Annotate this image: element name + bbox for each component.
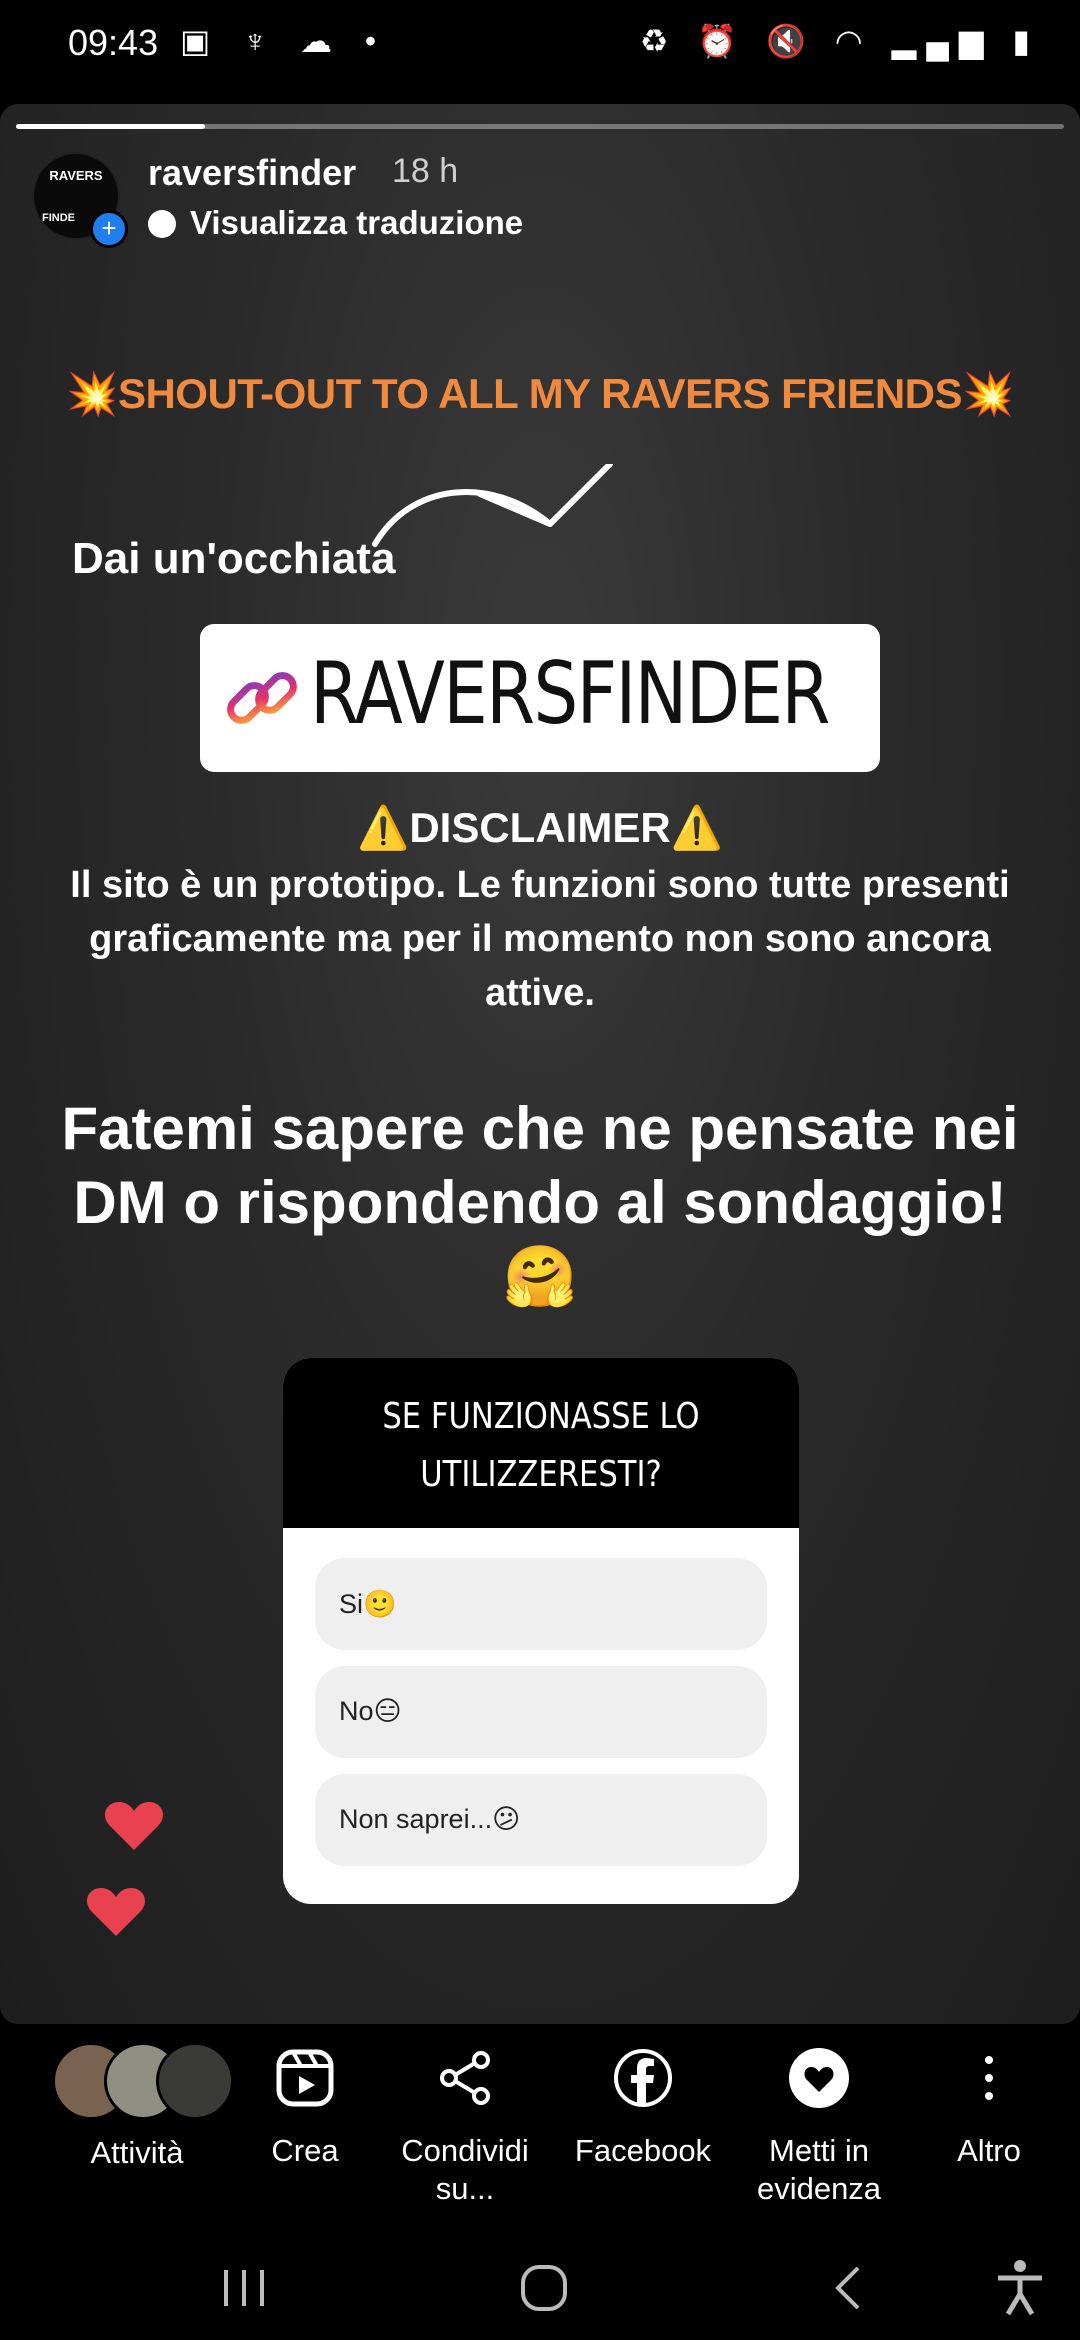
highlight-heart-icon	[789, 2048, 849, 2108]
dot-icon: •	[364, 23, 389, 59]
poll-option[interactable]: Si🙂	[315, 1558, 767, 1650]
battery-icon: ▮	[1012, 23, 1040, 59]
recent-apps-icon[interactable]	[218, 2264, 270, 2312]
reels-icon	[276, 2049, 334, 2107]
translate-label: Visualizza traduzione	[190, 204, 524, 241]
poll-option[interactable]: Non saprei...😕	[315, 1774, 767, 1866]
avatar[interactable]: RAVERS FINDE +	[32, 152, 128, 248]
action-highlight[interactable]: Metti in evidenza	[734, 2024, 904, 2208]
poll-option[interactable]: No😑	[315, 1666, 767, 1758]
story-progress-bar	[16, 124, 1064, 129]
action-label: Condividi su...	[401, 2133, 529, 2206]
mute-icon: 🔇	[766, 23, 816, 59]
avatar-text-top: RAVERS	[49, 168, 103, 183]
story-viewer[interactable]: RAVERS FINDE + raversfinder 18 h Visuali…	[0, 104, 1080, 2024]
status-right-icons: ♻ ⏰ 🔇 ◠ ▂▄▆ ▮	[640, 22, 1040, 60]
link-sticker[interactable]: RAVERSFINDER	[200, 624, 880, 772]
image-icon: ▣	[180, 23, 223, 59]
translate-link[interactable]: Visualizza traduzione	[148, 204, 523, 242]
action-create[interactable]: Crea	[220, 2024, 390, 2170]
story-actions-bar: Attività Crea Condividi su... Facebook M…	[0, 2024, 1080, 2234]
poll-option-label: No😑	[339, 1696, 402, 1726]
avatar-text-bottom: FINDE	[42, 212, 75, 224]
more-vertical-icon	[985, 2056, 993, 2100]
action-facebook[interactable]: Facebook	[558, 2024, 728, 2170]
story-time-ago: 18 h	[392, 152, 459, 190]
cta-text: Fatemi sapere che ne pensate nei DM o ri…	[61, 1095, 1019, 1310]
action-label: Attività	[90, 2135, 184, 2170]
action-label: Facebook	[574, 2133, 712, 2168]
app-icon: ♆	[243, 23, 280, 59]
signal-icon: ▂▄▆	[891, 23, 994, 59]
shoutout-text: 💥SHOUT-OUT TO ALL MY RAVERS FRIENDS💥	[66, 370, 1014, 417]
plus-icon[interactable]: +	[90, 210, 128, 248]
translate-icon	[148, 210, 176, 238]
share-icon	[440, 2051, 490, 2105]
action-activity[interactable]: Attività	[52, 2024, 234, 2172]
wifi-icon: ◠	[834, 23, 873, 59]
poll-sticker: SE FUNZIONASSE LO UTILIZZERESTI? Si🙂 No😑…	[283, 1358, 799, 1904]
status-bar: 09:43 ▣ ♆ ☁ • ♻ ⏰ 🔇 ◠ ▂▄▆ ▮	[0, 0, 1080, 100]
home-icon[interactable]	[518, 2262, 570, 2314]
link-icon	[227, 672, 297, 724]
heart-icon	[86, 1888, 146, 1936]
disclaimer-title: ⚠️DISCLAIMER⚠️	[357, 804, 723, 851]
battery-saver-icon: ♻	[639, 23, 679, 59]
alarm-icon: ⏰	[697, 23, 748, 59]
action-label: Altro	[957, 2133, 1021, 2168]
username[interactable]: raversfinder	[148, 152, 356, 194]
back-icon[interactable]	[830, 2264, 866, 2312]
cloud-icon: ☁	[300, 23, 345, 59]
action-more[interactable]: Altro	[904, 2024, 1074, 2170]
accessibility-icon[interactable]	[992, 2258, 1048, 2318]
poll-question-line: SE FUNZIONASSE LO	[382, 1396, 700, 1437]
facebook-icon	[614, 2049, 672, 2107]
status-time: 09:43	[68, 22, 159, 63]
disclaimer-text: Il sito è un prototipo. Le funzioni sono…	[70, 864, 1010, 1014]
activity-avatars	[52, 2024, 234, 2132]
action-share[interactable]: Condividi su...	[380, 2024, 550, 2208]
poll-question: SE FUNZIONASSE LO UTILIZZERESTI?	[347, 1388, 735, 1504]
status-left-icons: ▣ ♆ ☁ •	[180, 22, 388, 60]
poll-question-line: UTILIZZERESTI?	[420, 1454, 662, 1495]
link-sticker-label: RAVERSFINDER	[310, 644, 830, 744]
story-progress-fill	[16, 124, 205, 129]
system-nav-bar	[0, 2234, 1080, 2340]
look-label: Dai un'occhiata	[72, 534, 396, 583]
poll-option-label: Non saprei...😕	[339, 1804, 521, 1834]
curved-arrow-icon	[372, 464, 613, 547]
action-label: Crea	[271, 2133, 339, 2168]
action-label: Metti in evidenza	[756, 2133, 882, 2206]
heart-icon	[104, 1802, 164, 1850]
poll-header: SE FUNZIONASSE LO UTILIZZERESTI?	[283, 1358, 799, 1528]
poll-option-label: Si🙂	[339, 1589, 397, 1619]
